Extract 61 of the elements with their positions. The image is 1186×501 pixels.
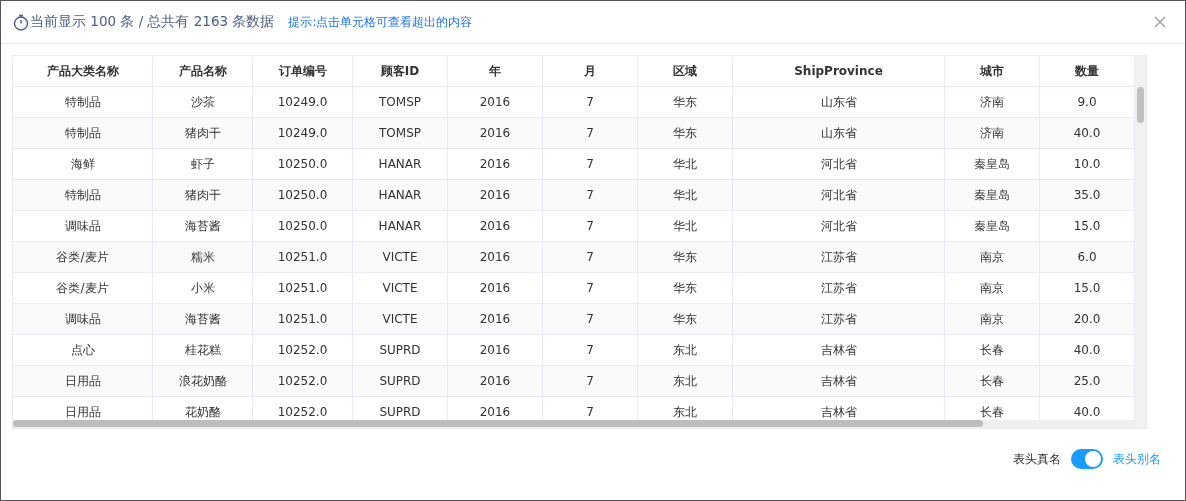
table-cell: HANAR <box>353 180 448 211</box>
table-cell: 特制品 <box>13 118 153 149</box>
table-cell: 7 <box>543 180 638 211</box>
table-cell: 7 <box>543 304 638 335</box>
table-cell: 江苏省 <box>733 242 945 273</box>
table-cell: 浪花奶酪 <box>153 366 253 397</box>
column-header: 月 <box>543 56 638 87</box>
toggle-switch[interactable] <box>1071 449 1103 469</box>
table-cell: 东北 <box>638 366 733 397</box>
table-cell: 猪肉干 <box>153 118 253 149</box>
table-cell: 河北省 <box>733 180 945 211</box>
column-header: 产品名称 <box>153 56 253 87</box>
table-cell: 华东 <box>638 304 733 335</box>
table-cell: 海苔酱 <box>153 304 253 335</box>
table-cell: 济南 <box>945 118 1040 149</box>
table-cell: 10249.0 <box>253 118 353 149</box>
table-cell: 山东省 <box>733 118 945 149</box>
toggle-label: 表头真名 <box>1013 450 1061 468</box>
column-header: 顾客ID <box>353 56 448 87</box>
table-cell: 10251.0 <box>253 242 353 273</box>
table-cell: 2016 <box>448 180 543 211</box>
table-cell: 7 <box>543 242 638 273</box>
table-cell: 华东 <box>638 242 733 273</box>
table-cell: 10251.0 <box>253 304 353 335</box>
column-header: 区域 <box>638 56 733 87</box>
column-header: 城市 <box>945 56 1040 87</box>
table-cell: 10252.0 <box>253 366 353 397</box>
table-cell: 7 <box>543 118 638 149</box>
table-cell: 南京 <box>945 304 1040 335</box>
table-cell: 秦皇岛 <box>945 180 1040 211</box>
close-icon[interactable] <box>1154 16 1166 28</box>
hint-text: 提示:点击单元格可查看超出的内容 <box>288 13 473 31</box>
table-cell: 谷类/麦片 <box>13 242 153 273</box>
table-cell: 吉林省 <box>733 366 945 397</box>
table-cell: 长春 <box>945 366 1040 397</box>
column-header: 订单编号 <box>253 56 353 87</box>
column-header: 年 <box>448 56 543 87</box>
table-cell: 日用品 <box>13 366 153 397</box>
table-cell: TOMSP <box>353 118 448 149</box>
table-cell: 调味品 <box>13 304 153 335</box>
table-cell: 2016 <box>448 304 543 335</box>
column-header: 产品大类名称 <box>13 56 153 87</box>
table-cell: 糯米 <box>153 242 253 273</box>
table-cell: 江苏省 <box>733 304 945 335</box>
table-cell: VICTE <box>353 304 448 335</box>
table-cell: 7 <box>543 366 638 397</box>
toggle-label: 表头别名 <box>1113 450 1161 468</box>
stopwatch-icon <box>13 13 29 31</box>
table-cell: 猪肉干 <box>153 180 253 211</box>
table-cell: 2016 <box>448 118 543 149</box>
table-cell: 特制品 <box>13 180 153 211</box>
record-count: 当前显示 100 条 / 总共有 2163 条数据 <box>30 13 275 31</box>
table-cell: VICTE <box>353 242 448 273</box>
table-cell: 2016 <box>448 242 543 273</box>
table-cell: 南京 <box>945 242 1040 273</box>
table-cell: 10250.0 <box>253 180 353 211</box>
table-cell: 华北 <box>638 180 733 211</box>
table-cell: SUPRD <box>353 366 448 397</box>
column-header: ShipProvince <box>733 56 945 87</box>
table-cell: 2016 <box>448 366 543 397</box>
table-cell: 华东 <box>638 118 733 149</box>
